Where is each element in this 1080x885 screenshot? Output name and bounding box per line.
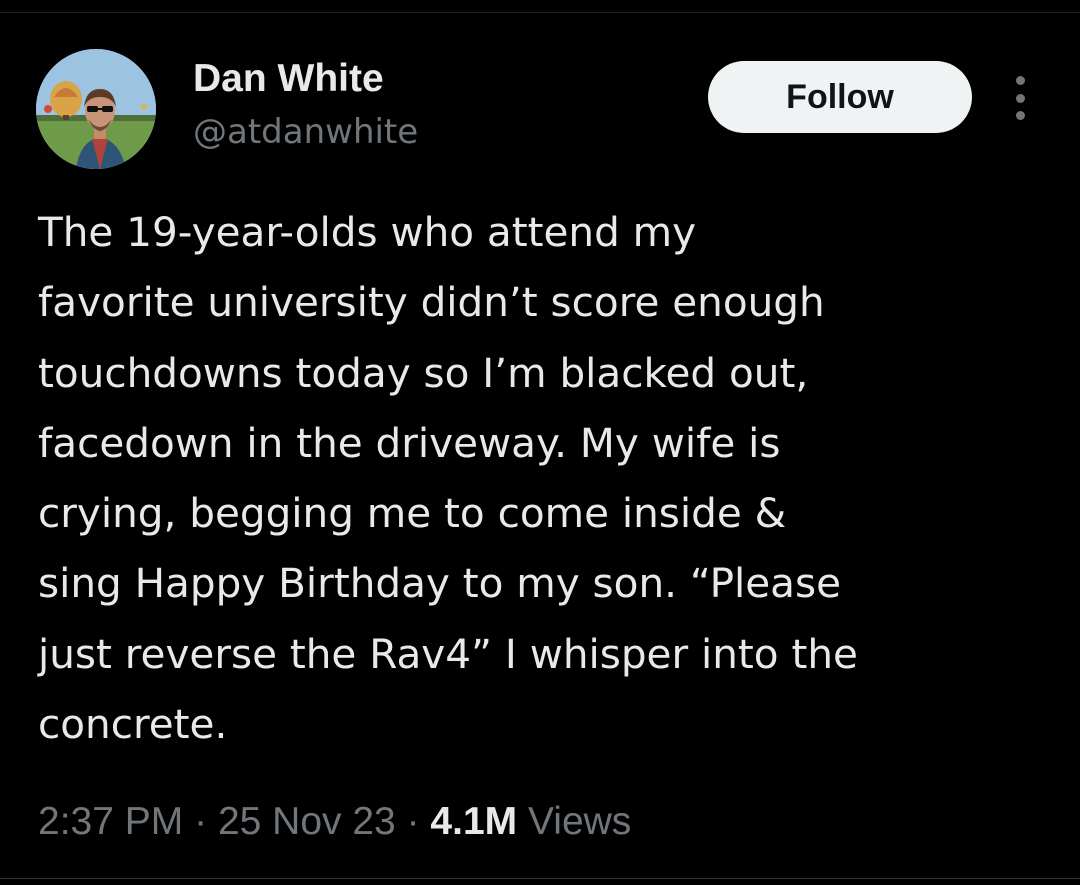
tweet-date[interactable]: 25 Nov 23 [218,800,396,843]
tweet-line: sing Happy Birthday to my son. “Please [38,559,842,608]
avatar-photo [36,49,156,169]
tweet-time[interactable]: 2:37 PM [38,800,183,843]
tweet-line: crying, begging me to come inside & [38,489,787,538]
avatar[interactable] [36,49,156,169]
tweet-meta: 2:37 PM · 25 Nov 23 · 4.1M Views [38,796,631,848]
author-name[interactable]: Dan White [193,56,384,102]
tweet-line: facedown in the driveway. My wife is [38,418,781,467]
meta-separator: · [194,800,208,843]
views-count[interactable]: 4.1M [430,800,517,843]
tweet-line: concrete. [38,700,228,749]
top-divider [0,12,1080,13]
more-dot [1015,93,1025,103]
follow-button[interactable]: Follow [708,61,972,133]
tweet-text: The 19-year-olds who attend my favorite … [38,197,1048,759]
more-dot [1015,111,1025,120]
author-handle[interactable]: @atdanwhite [193,110,418,154]
bottom-divider [0,878,1080,879]
tweet-line: favorite university didn’t score enough [38,278,825,327]
meta-separator: · [406,800,420,843]
more-dot [1015,76,1025,85]
more-vertical-icon[interactable] [1006,76,1034,120]
views-label[interactable]: Views [528,800,631,843]
tweet-line: just reverse the Rav4” I whisper into th… [38,629,858,678]
tweet-line: The 19-year-olds who attend my [38,208,697,256]
tweet-line: touchdowns today so I’m blacked out, [38,348,809,397]
